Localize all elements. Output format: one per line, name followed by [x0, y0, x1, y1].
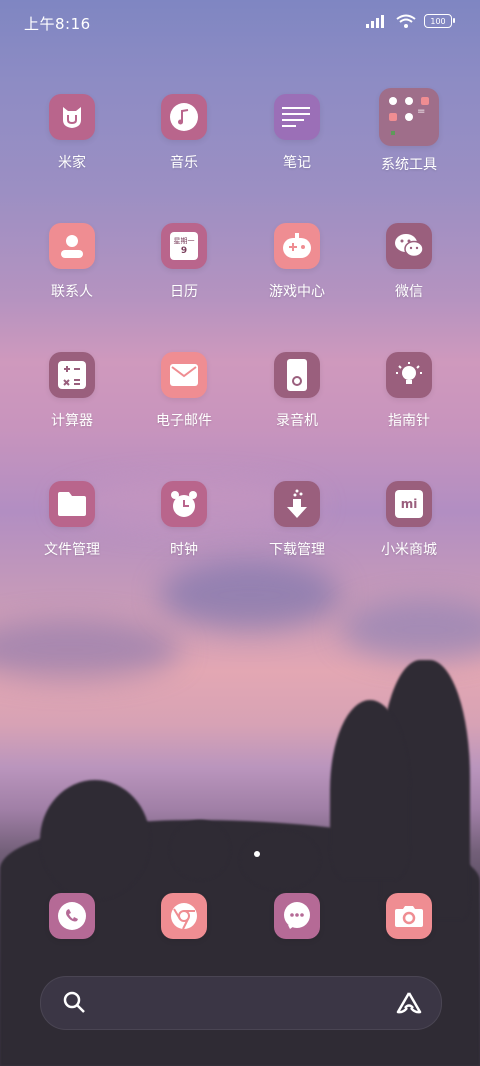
folder-icon: = [379, 88, 439, 146]
app-email[interactable]: 电子邮件 [128, 352, 240, 430]
status-time: 上午8:16 [24, 15, 91, 33]
app-mi-home[interactable]: 米家 [16, 94, 128, 172]
store-mark: mi [395, 490, 423, 518]
clock-icon [161, 481, 207, 527]
wifi-icon [396, 14, 416, 28]
assistant-icon[interactable] [395, 991, 423, 1015]
dock-phone[interactable] [16, 893, 128, 939]
app-label: 微信 [395, 284, 423, 300]
signal-icon [366, 15, 384, 28]
camera-icon [386, 893, 432, 939]
calculator-icon [49, 352, 95, 398]
folder-system-tools[interactable]: = 系统工具 [353, 88, 465, 174]
contacts-icon [49, 223, 95, 269]
status-bar: 上午8:16 100 [0, 0, 480, 44]
recorder-icon [274, 352, 320, 398]
calendar-weekday: 星期一 [173, 237, 195, 245]
app-game-center[interactable]: 游戏中心 [241, 223, 353, 301]
app-label: 日历 [170, 284, 198, 300]
app-label: 指南针 [388, 413, 430, 429]
app-wechat[interactable]: 微信 [353, 223, 465, 301]
app-downloads[interactable]: 下载管理 [241, 481, 353, 559]
app-label: 音乐 [170, 155, 198, 171]
mail-icon [161, 352, 207, 398]
mi-home-icon [49, 94, 95, 140]
app-label: 计算器 [51, 413, 93, 429]
app-label: 游戏中心 [269, 284, 325, 300]
app-label: 系统工具 [381, 157, 437, 173]
app-file-manager[interactable]: 文件管理 [16, 481, 128, 559]
lightbulb-icon [386, 352, 432, 398]
app-recorder[interactable]: 录音机 [241, 352, 353, 430]
wechat-icon [386, 223, 432, 269]
dock-camera[interactable] [353, 893, 465, 939]
page-indicator [254, 851, 260, 857]
app-compass[interactable]: 指南针 [353, 352, 465, 430]
app-contacts[interactable]: 联系人 [16, 223, 128, 301]
music-icon [161, 94, 207, 140]
search-icon[interactable] [63, 991, 87, 1015]
download-icon [274, 481, 320, 527]
app-music[interactable]: 音乐 [128, 94, 240, 172]
dock-browser[interactable] [128, 893, 240, 939]
app-label: 电子邮件 [156, 413, 212, 429]
app-label: 小米商城 [381, 542, 437, 558]
app-calculator[interactable]: 计算器 [16, 352, 128, 430]
dock-messages[interactable] [241, 893, 353, 939]
mi-store-icon: mi [386, 481, 432, 527]
app-label: 联系人 [51, 284, 93, 300]
phone-icon [49, 893, 95, 939]
game-icon [274, 223, 320, 269]
app-mi-store[interactable]: mi 小米商城 [353, 481, 465, 559]
app-label: 文件管理 [44, 542, 100, 558]
app-label: 时钟 [170, 542, 198, 558]
battery-icon: 100 [424, 14, 455, 28]
battery-level: 100 [430, 16, 446, 26]
app-clock[interactable]: 时钟 [128, 481, 240, 559]
messages-icon [274, 893, 320, 939]
search-bar[interactable] [40, 976, 442, 1030]
app-label: 录音机 [276, 413, 318, 429]
folder-mini-label: = [417, 106, 426, 117]
notes-icon [274, 94, 320, 140]
app-calendar[interactable]: 星期一 9 日历 [128, 223, 240, 301]
calendar-icon: 星期一 9 [161, 223, 207, 269]
app-label: 笔记 [283, 155, 311, 171]
app-notes[interactable]: 笔记 [241, 94, 353, 172]
browser-icon [161, 893, 207, 939]
calendar-day: 9 [180, 246, 188, 256]
app-label: 米家 [58, 155, 86, 171]
app-label: 下载管理 [269, 542, 325, 558]
files-icon [49, 481, 95, 527]
